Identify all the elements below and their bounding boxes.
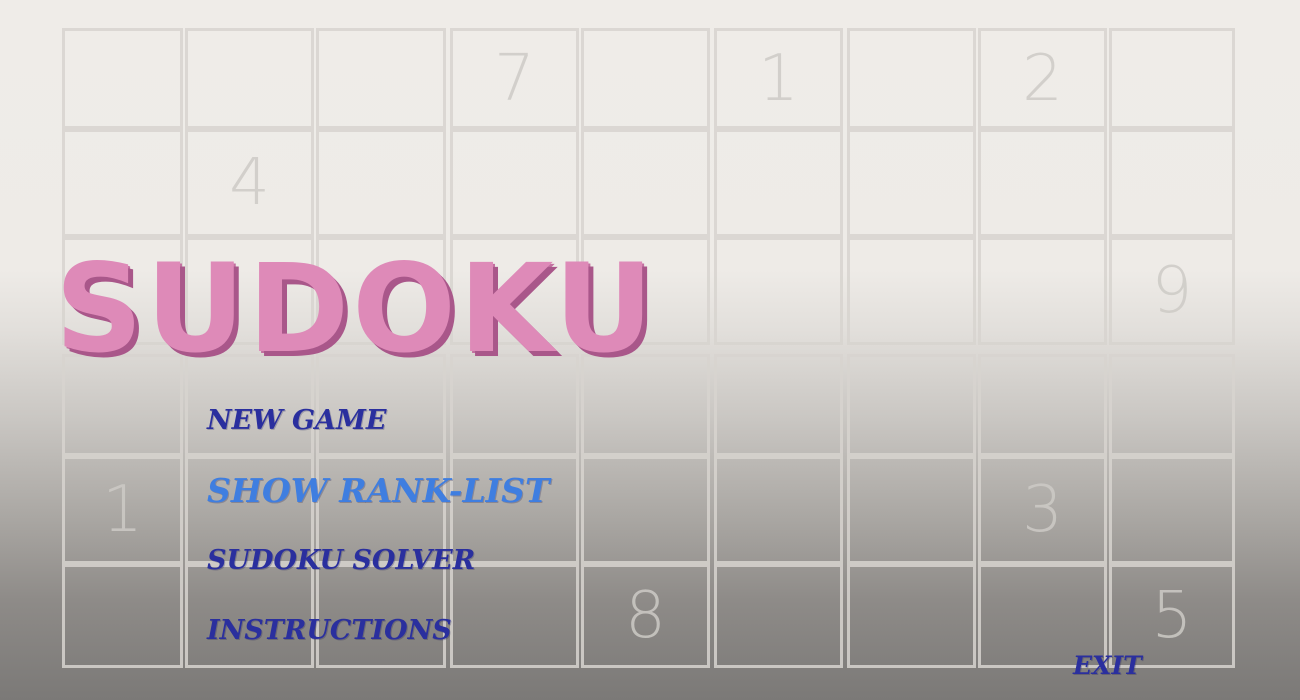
- grid-cell: 8: [581, 564, 710, 668]
- grid-cell: [581, 129, 710, 237]
- grid-cell: 9: [1109, 237, 1235, 345]
- grid-cell: [978, 237, 1107, 345]
- grid-cell: [978, 129, 1107, 237]
- grid-cell: 2: [978, 28, 1107, 129]
- grid-cell: [1109, 28, 1235, 129]
- grid-cell: [450, 129, 579, 237]
- grid-cell: [847, 354, 976, 456]
- grid-cell: [714, 129, 843, 237]
- grid-cell: [847, 564, 976, 668]
- grid-cell: 4: [185, 129, 314, 237]
- grid-cell: [714, 564, 843, 668]
- game-title: SUDOKU: [55, 238, 657, 380]
- grid-cell: [847, 28, 976, 129]
- grid-cell: 1: [62, 456, 183, 564]
- grid-cell: [316, 129, 446, 237]
- grid-cell: [62, 28, 183, 129]
- grid-cell: [316, 28, 446, 129]
- grid-cell: [581, 456, 710, 564]
- show-rank-list-button[interactable]: SHOW RANK-LIST: [207, 471, 550, 510]
- grid-cell: [847, 456, 976, 564]
- grid-cell: [450, 564, 579, 668]
- grid-cell: 1: [714, 28, 843, 129]
- grid-cell: [714, 354, 843, 456]
- grid-cell: [714, 456, 843, 564]
- grid-cell: 7: [450, 28, 579, 129]
- sudoku-solver-button[interactable]: SUDOKU SOLVER: [207, 545, 475, 576]
- exit-button[interactable]: EXIT: [1073, 651, 1142, 680]
- grid-cell: [1109, 456, 1235, 564]
- grid-cell: [714, 237, 843, 345]
- grid-cell: [185, 28, 314, 129]
- grid-cell: [847, 237, 976, 345]
- grid-cell: [1109, 129, 1235, 237]
- instructions-button[interactable]: INSTRUCTIONS: [207, 615, 452, 646]
- grid-cell: [62, 129, 183, 237]
- grid-cell: 3: [978, 456, 1107, 564]
- grid-cell: [581, 28, 710, 129]
- grid-cell: [978, 354, 1107, 456]
- grid-cell: [1109, 354, 1235, 456]
- grid-cell: [62, 564, 183, 668]
- grid-cell: [847, 129, 976, 237]
- new-game-button[interactable]: NEW GAME: [207, 405, 386, 436]
